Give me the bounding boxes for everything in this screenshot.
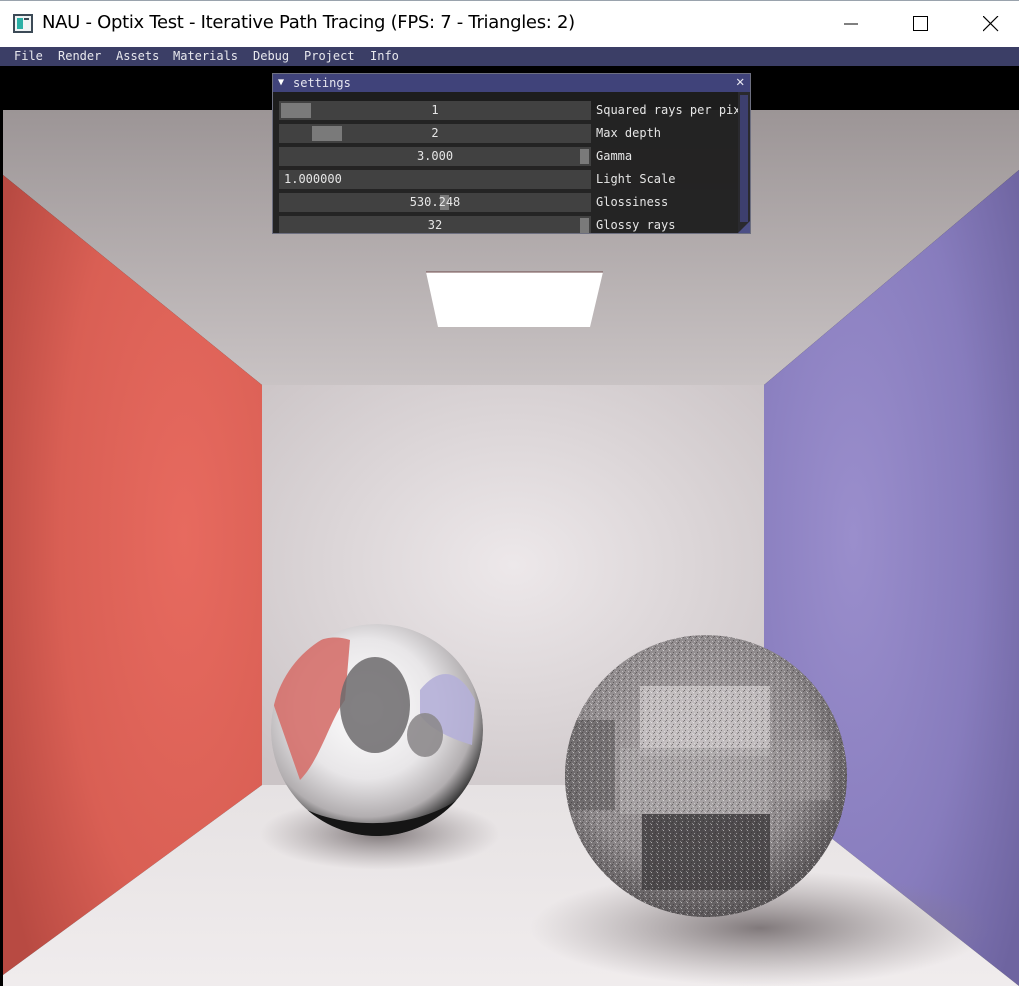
menu-materials[interactable]: Materials <box>173 49 238 63</box>
maximize-button[interactable] <box>898 1 944 47</box>
row-light-scale: 1.000000 Light Scale <box>279 170 739 189</box>
max-depth-label: Max depth <box>596 126 662 140</box>
menu-render[interactable]: Render <box>58 49 101 63</box>
window-title: NAU - Optix Test - Iterative Path Tracin… <box>42 12 575 33</box>
glossy-rays-value: 32 <box>427 218 443 232</box>
gamma-slider[interactable]: 3.000 <box>279 147 591 166</box>
window-title-bar: NAU - Optix Test - Iterative Path Tracin… <box>0 0 1019 47</box>
light-scale-value: 1.000000 <box>284 172 342 186</box>
settings-header[interactable]: ▼ settings ✕ <box>273 74 750 92</box>
menu-info[interactable]: Info <box>370 49 399 63</box>
viewport-edge <box>0 66 3 986</box>
settings-panel[interactable]: ▼ settings ✕ 1 Squared rays per pix 2 Ma… <box>272 73 751 234</box>
squared-rays-value: 1 <box>431 103 439 117</box>
close-icon[interactable]: ✕ <box>736 74 744 90</box>
glossiness-value: 530.248 <box>409 195 461 209</box>
max-depth-value: 2 <box>431 126 439 140</box>
settings-scrollbar[interactable] <box>738 92 750 233</box>
glossiness-label: Glossiness <box>596 195 669 209</box>
menu-project[interactable]: Project <box>304 49 355 63</box>
glossiness-slider[interactable]: 530.248 <box>279 193 591 212</box>
minimize-button[interactable] <box>829 1 875 47</box>
light-scale-label: Light Scale <box>596 172 676 186</box>
scrollbar-thumb[interactable] <box>740 95 748 222</box>
area-light <box>426 272 603 327</box>
settings-title: settings <box>293 76 351 90</box>
gamma-label: Gamma <box>596 149 633 163</box>
row-glossiness: 530.248 Glossiness <box>279 193 739 212</box>
close-icon <box>983 16 999 32</box>
squared-rays-label: Squared rays per pix <box>596 103 741 117</box>
collapse-arrow-icon[interactable]: ▼ <box>278 77 284 88</box>
menu-assets[interactable]: Assets <box>116 49 159 63</box>
gamma-value: 3.000 <box>416 149 454 163</box>
max-depth-slider[interactable]: 2 <box>279 124 591 143</box>
menu-debug[interactable]: Debug <box>253 49 289 63</box>
squared-rays-slider[interactable]: 1 <box>279 101 591 120</box>
maximize-icon <box>913 16 928 31</box>
row-gamma: 3.000 Gamma <box>279 147 739 166</box>
close-button[interactable] <box>968 1 1014 47</box>
menu-bar: File Render Assets Materials Debug Proje… <box>0 47 1019 66</box>
glossy-rays-slider[interactable]: 32 <box>279 216 591 233</box>
light-scale-input[interactable]: 1.000000 <box>279 170 591 189</box>
row-max-depth: 2 Max depth <box>279 124 739 143</box>
glossy-rays-label: Glossy rays <box>596 218 676 232</box>
app-icon <box>13 14 33 33</box>
row-glossy-rays: 32 Glossy rays <box>279 216 739 233</box>
minimize-icon <box>844 23 858 25</box>
row-squared-rays: 1 Squared rays per pix <box>279 101 741 120</box>
resize-grip-icon[interactable] <box>738 221 750 233</box>
menu-file[interactable]: File <box>14 49 43 63</box>
